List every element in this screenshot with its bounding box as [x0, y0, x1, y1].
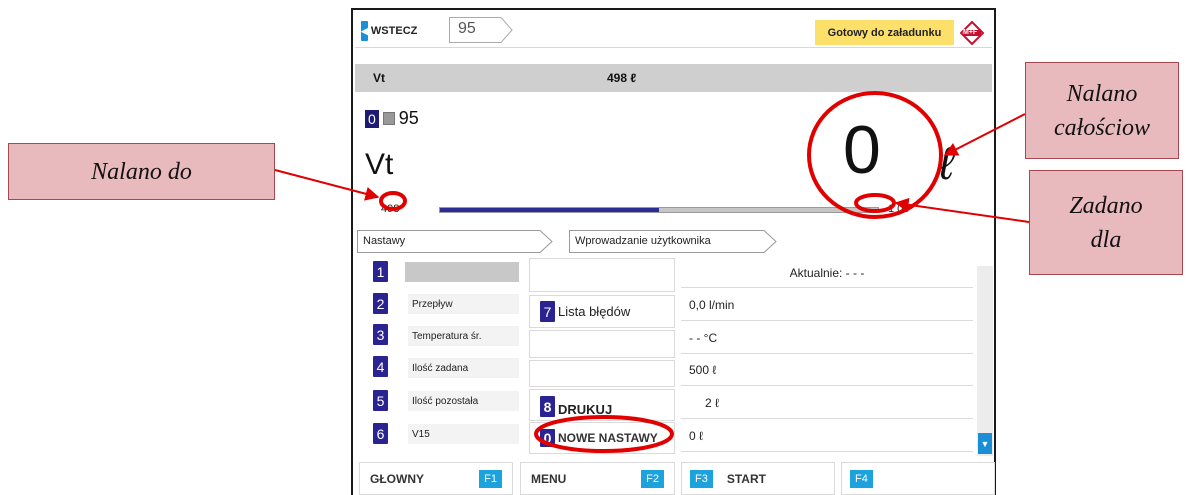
summary-bar: Vt 498 ℓ	[355, 64, 992, 92]
f2-label: MENU	[531, 471, 567, 486]
row-number-4[interactable]: 4	[373, 356, 388, 377]
callout-filled-to-text: Nalano do	[91, 158, 192, 185]
new-settings-label: NOWE NASTAWY	[558, 431, 658, 445]
back-button[interactable]: ◀ WSTECZ	[361, 20, 417, 42]
f1-main-button[interactable]: GŁOWNY F1	[359, 462, 513, 495]
f1-badge: F1	[479, 469, 502, 488]
f3-label: START	[726, 471, 766, 486]
product-name: 95	[398, 108, 419, 128]
scroll-down-icon[interactable]: ▼	[978, 433, 992, 454]
logo-text: M+F	[963, 29, 978, 36]
back-label: WSTECZ	[370, 25, 418, 37]
callout-preset-for-line1: Zadano	[1069, 192, 1143, 219]
print-button[interactable]: 8 DRUKUJ	[529, 389, 675, 421]
callout-preset-for: Zadano dla	[1029, 170, 1183, 275]
f4-button[interactable]: F4	[841, 462, 995, 495]
row-label-v15: V15	[408, 424, 519, 444]
company-logo-icon: M+F	[959, 20, 985, 46]
callout-total-filled-line1: Nalano	[1066, 80, 1138, 107]
row-value-v15: 0 ℓ	[681, 421, 973, 452]
empty-cell-1	[529, 258, 675, 292]
row-label-remaining: Ilość pozostała	[408, 391, 519, 411]
row-1-empty-field[interactable]	[405, 262, 519, 282]
preset-for-value: 1 00	[888, 203, 910, 215]
row-number-5[interactable]: 5	[373, 390, 388, 411]
f4-badge: F4	[850, 469, 873, 488]
fill-progress-fill	[440, 208, 659, 212]
row-value-temp: - - °C	[681, 323, 973, 354]
errors-label: Lista błędów	[558, 304, 631, 319]
terminal-screen: ◀ WSTECZ 95 Gotowy do załadunku M+F Vt 4…	[351, 8, 996, 495]
row-number-2[interactable]: 2	[373, 293, 388, 314]
callout-filled-to: Nalano do	[8, 143, 275, 200]
total-value: 0	[843, 112, 881, 188]
empty-cell-2	[529, 330, 675, 358]
row-value-flow: 0,0 l/min	[681, 290, 973, 321]
f2-badge: F2	[641, 469, 664, 488]
errors-list-button[interactable]: 7 Lista błędów	[529, 295, 675, 328]
row-value-remaining: 2 ℓ	[681, 388, 973, 419]
current-value: Aktualnie: - - -	[681, 258, 973, 288]
tab-presets[interactable]: Nastawy	[357, 230, 553, 253]
scrollbar-track[interactable]	[977, 266, 993, 456]
f2-menu-button[interactable]: MENU F2	[520, 462, 675, 495]
errors-num: 7	[540, 301, 555, 322]
row-label-preset: Ilość zadana	[408, 358, 519, 378]
top-bar: ◀ WSTECZ 95 Gotowy do załadunku M+F	[355, 12, 992, 48]
back-arrow-icon: ◀	[361, 21, 368, 41]
summary-value: 498 ℓ	[607, 71, 637, 85]
product-line: 0 95	[365, 108, 419, 129]
f1-label: GŁOWNY	[370, 471, 424, 486]
row-label-flow: Przepływ	[408, 294, 519, 314]
callout-preset-for-line2: dla	[1090, 226, 1122, 253]
fill-progress-bar	[439, 207, 879, 213]
summary-label: Vt	[373, 71, 385, 85]
measure-title: Vt	[365, 148, 394, 181]
row-number-1[interactable]: 1	[373, 261, 388, 282]
f3-start-button[interactable]: F3 START	[681, 462, 835, 495]
product-number: 95	[458, 20, 476, 37]
row-number-3[interactable]: 3	[373, 324, 388, 345]
row-value-preset: 500 ℓ	[681, 355, 973, 386]
tab-presets-label: Nastawy	[363, 235, 406, 247]
f3-badge: F3	[690, 469, 713, 488]
filled-to-value: 498	[381, 203, 400, 215]
row-number-6[interactable]: 6	[373, 423, 388, 444]
print-num: 8	[540, 396, 555, 417]
product-breadcrumb[interactable]: 95	[449, 17, 515, 43]
row-label-temp: Temperatura śr.	[408, 326, 519, 346]
product-icon	[382, 112, 395, 125]
total-unit: ℓ	[939, 137, 954, 189]
callout-total-filled-line2: całościow	[1054, 114, 1150, 141]
print-label: DRUKUJ	[558, 402, 613, 417]
index-badge: 0	[365, 109, 379, 128]
new-settings-button[interactable]: 0 NOWE NASTAWY	[529, 422, 675, 454]
tab-user-input[interactable]: Wprowadzanie użytkownika	[569, 230, 777, 253]
status-badge: Gotowy do załadunku	[815, 20, 954, 45]
callout-total-filled: Nalano całościow	[1025, 62, 1179, 159]
tab-user-input-label: Wprowadzanie użytkownika	[575, 235, 711, 247]
new-settings-num: 0	[540, 429, 555, 447]
empty-cell-3	[529, 360, 675, 387]
